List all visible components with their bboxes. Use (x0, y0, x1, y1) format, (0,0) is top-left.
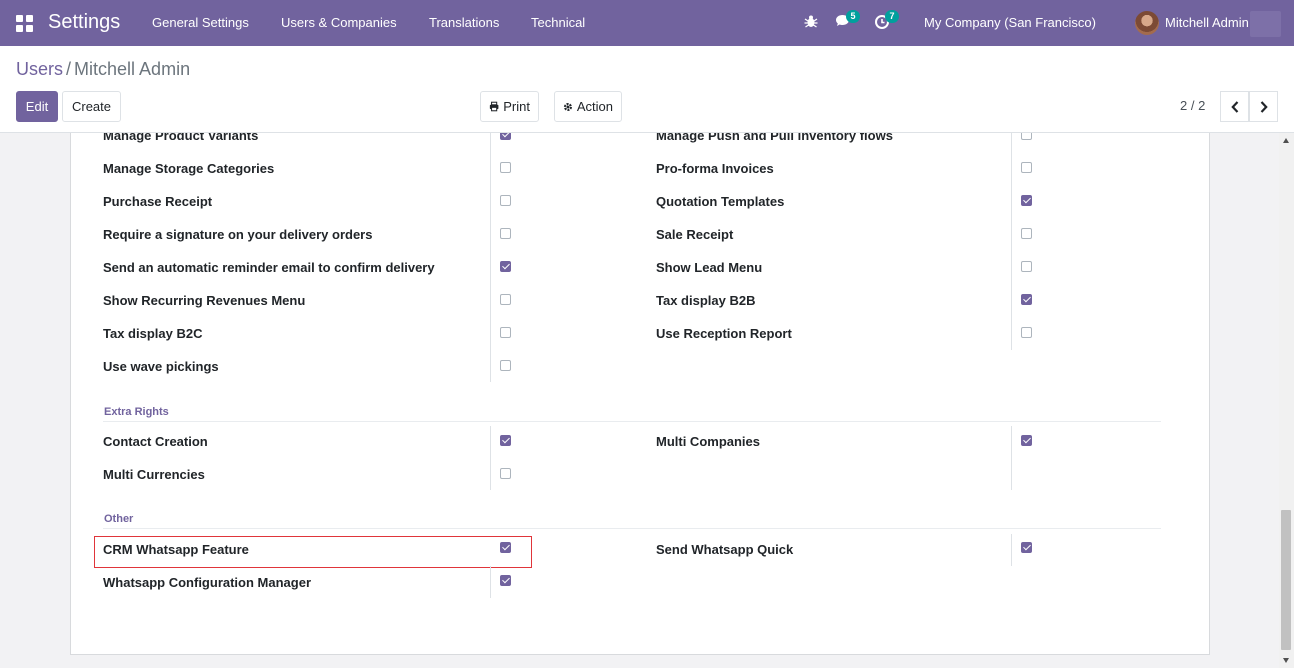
group-separator (103, 421, 1161, 422)
right-label: Show Lead Menu (656, 260, 763, 275)
right-label: Multi Currencies (103, 467, 205, 482)
breadcrumb-separator: / (66, 59, 72, 79)
right-checkbox[interactable] (500, 360, 511, 371)
pager-previous-button[interactable] (1220, 91, 1249, 122)
right-label: CRM Whatsapp Feature (103, 542, 249, 557)
right-label: Sale Receipt (656, 227, 734, 242)
right-label: Whatsapp Configuration Manager (103, 575, 311, 590)
column-divider (1011, 534, 1012, 566)
messages-badge: 5 (846, 10, 860, 23)
right-checkbox[interactable] (500, 162, 511, 173)
right-label: Show Recurring Revenues Menu (103, 293, 306, 308)
printer-icon (489, 101, 499, 112)
group-title-extra-rights: Extra Rights (104, 406, 169, 418)
right-checkbox[interactable] (500, 468, 511, 479)
right-checkbox[interactable] (1021, 195, 1032, 206)
column-divider (1011, 426, 1012, 490)
right-checkbox[interactable] (500, 261, 511, 272)
right-checkbox[interactable] (1021, 542, 1032, 553)
right-checkbox[interactable] (500, 327, 511, 338)
breadcrumb: Users / Mitchell Admin (16, 59, 190, 80)
scroll-up-arrow-icon[interactable] (1283, 138, 1289, 143)
right-checkbox[interactable] (1021, 294, 1032, 305)
apps-menu-icon[interactable] (16, 15, 33, 32)
company-switcher[interactable]: My Company (San Francisco) (924, 15, 1096, 30)
menu-general-settings[interactable]: General Settings (152, 15, 249, 30)
right-checkbox[interactable] (1021, 261, 1032, 272)
right-label: Manage Push and Pull inventory flows (656, 133, 893, 143)
top-navbar: Settings General Settings Users & Compan… (0, 0, 1294, 46)
menu-users-companies[interactable]: Users & Companies (281, 15, 397, 30)
right-label: Manage Storage Categories (103, 161, 275, 176)
right-label: Pro-forma Invoices (656, 161, 774, 176)
chevron-left-icon (1230, 100, 1238, 113)
chevron-right-icon (1260, 100, 1268, 113)
column-divider (490, 426, 491, 490)
right-checkbox[interactable] (500, 435, 511, 446)
action-button[interactable]: Action (554, 91, 622, 122)
vertical-scrollbar[interactable] (1279, 133, 1294, 668)
pager-next-button[interactable] (1249, 91, 1278, 122)
print-button[interactable]: Print (480, 91, 539, 122)
right-label: Send an automatic reminder email to conf… (103, 260, 435, 275)
right-checkbox[interactable] (500, 542, 511, 553)
menu-technical[interactable]: Technical (531, 15, 585, 30)
right-label: Require a signature on your delivery ord… (103, 227, 373, 242)
gear-icon (563, 102, 572, 111)
menu-translations[interactable]: Translations (429, 15, 499, 30)
user-menu[interactable]: Mitchell Admin (1165, 15, 1249, 30)
create-button[interactable]: Create (62, 91, 121, 122)
control-panel: Users / Mitchell Admin Edit Create Print A… (0, 46, 1294, 133)
activities-badge: 7 (885, 10, 899, 23)
right-label: Multi Companies (656, 434, 761, 449)
action-label: Action (576, 99, 613, 114)
app-brand[interactable]: Settings (48, 11, 120, 34)
form-content: Manage Product Variants Manage Storage C… (0, 133, 1294, 668)
column-divider (490, 133, 491, 382)
right-label: Contact Creation (103, 434, 208, 449)
right-label: Tax display B2C (103, 326, 203, 341)
column-divider (490, 566, 491, 598)
right-checkbox[interactable] (1021, 133, 1032, 140)
right-label: Tax display B2B (656, 293, 756, 308)
right-checkbox[interactable] (1021, 162, 1032, 173)
group-title-other: Other (104, 513, 134, 525)
form-sheet: Manage Product Variants Manage Storage C… (70, 133, 1210, 655)
right-label: Use Reception Report (656, 326, 792, 341)
right-label: Purchase Receipt (103, 194, 213, 209)
debug-bug-icon[interactable] (803, 13, 823, 33)
right-checkbox[interactable] (1021, 228, 1032, 239)
right-checkbox[interactable] (500, 575, 511, 586)
user-menu-extra[interactable] (1250, 11, 1281, 37)
group-separator (103, 528, 1161, 529)
right-checkbox[interactable] (1021, 435, 1032, 446)
user-avatar[interactable] (1135, 11, 1159, 35)
right-label: Manage Product Variants (103, 133, 259, 143)
edit-button[interactable]: Edit (16, 91, 58, 122)
messages-icon[interactable]: 5 (835, 10, 860, 33)
right-checkbox[interactable] (500, 228, 511, 239)
scroll-thumb[interactable] (1281, 510, 1291, 650)
right-label: Use wave pickings (103, 359, 219, 374)
print-label: Print (503, 99, 530, 114)
column-divider (1011, 133, 1012, 350)
right-checkbox[interactable] (500, 133, 511, 140)
activities-clock-icon[interactable]: 7 (874, 10, 899, 33)
right-checkbox[interactable] (1021, 327, 1032, 338)
right-label: Quotation Templates (656, 194, 785, 209)
right-label: Send Whatsapp Quick (656, 542, 794, 557)
breadcrumb-current: Mitchell Admin (74, 59, 191, 79)
pager-value[interactable]: 2 / 2 (1180, 98, 1205, 113)
scroll-down-arrow-icon[interactable] (1283, 658, 1289, 663)
right-checkbox[interactable] (500, 294, 511, 305)
breadcrumb-users-link[interactable]: Users (16, 59, 63, 79)
right-checkbox[interactable] (500, 195, 511, 206)
